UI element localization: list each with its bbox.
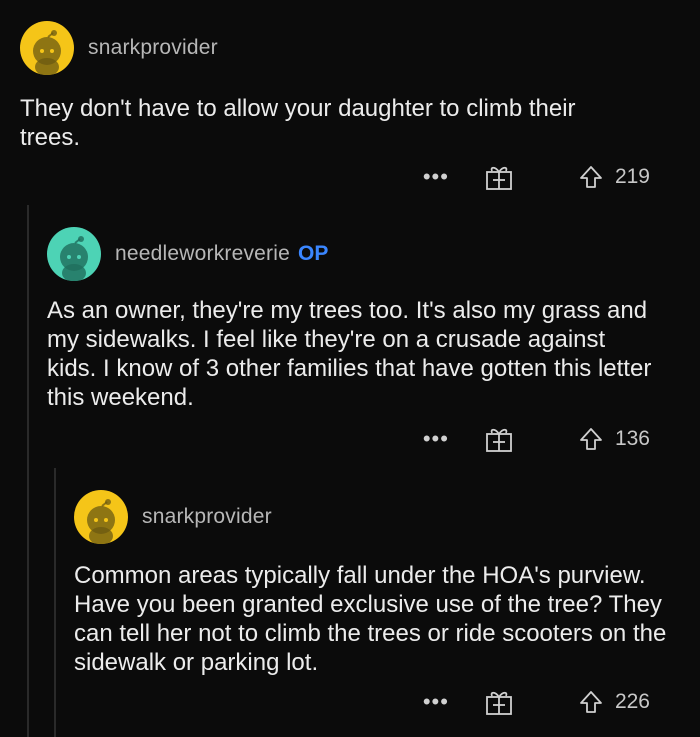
- gift-award-button[interactable]: [485, 689, 513, 715]
- more-options-button[interactable]: •••: [423, 428, 449, 450]
- gift-award-icon: [486, 166, 512, 190]
- upvote-button[interactable]: 226: [579, 690, 650, 714]
- upvote-count: 219: [614, 165, 650, 188]
- upvote-count: 226: [614, 690, 650, 713]
- comment: needleworkreverie OP As an owner, they'r…: [47, 226, 700, 466]
- upvote-arrow-icon: [580, 166, 602, 188]
- upvote-button[interactable]: 219: [579, 165, 650, 189]
- upvote-arrow-icon: [580, 691, 602, 713]
- comment-username[interactable]: snarkprovider: [88, 36, 218, 60]
- snoo-avatar-icon: [87, 499, 115, 544]
- upvote-arrow-icon: [580, 428, 602, 450]
- comment-body: They don't have to allow your daughter t…: [20, 95, 576, 151]
- comment-actions: ••• 219: [423, 162, 650, 192]
- comment: snarkprovider They don't have to allow y…: [20, 20, 700, 200]
- gift-award-icon: [486, 691, 512, 715]
- gift-award-button[interactable]: [485, 164, 513, 190]
- comment-body: Common areas typically fall under the HO…: [74, 562, 667, 676]
- comment: snarkprovider Common areas typically fal…: [74, 489, 700, 729]
- gift-award-button[interactable]: [485, 426, 513, 452]
- comment-header: snarkprovider: [74, 489, 700, 545]
- comment-actions: ••• 226: [423, 687, 650, 717]
- comment-header: needleworkreverie OP: [47, 226, 700, 282]
- avatar[interactable]: [20, 21, 74, 75]
- thread-line-level-1[interactable]: [27, 205, 29, 737]
- comment-body: As an owner, they're my trees too. It's …: [47, 297, 652, 411]
- upvote-button[interactable]: 136: [579, 427, 650, 451]
- comment-username[interactable]: needleworkreverie: [115, 242, 290, 266]
- snoo-avatar-icon: [60, 236, 88, 281]
- comment-username[interactable]: snarkprovider: [142, 505, 272, 529]
- gift-award-icon: [486, 428, 512, 452]
- op-badge: OP: [298, 242, 329, 265]
- comment-header: snarkprovider: [20, 20, 700, 76]
- more-options-button[interactable]: •••: [423, 691, 449, 713]
- upvote-count: 136: [614, 427, 650, 450]
- thread-line-level-2[interactable]: [54, 468, 56, 737]
- comment-actions: ••• 136: [423, 424, 650, 454]
- avatar[interactable]: [47, 227, 101, 281]
- snoo-avatar-icon: [33, 30, 61, 75]
- more-options-button[interactable]: •••: [423, 166, 449, 188]
- avatar[interactable]: [74, 490, 128, 544]
